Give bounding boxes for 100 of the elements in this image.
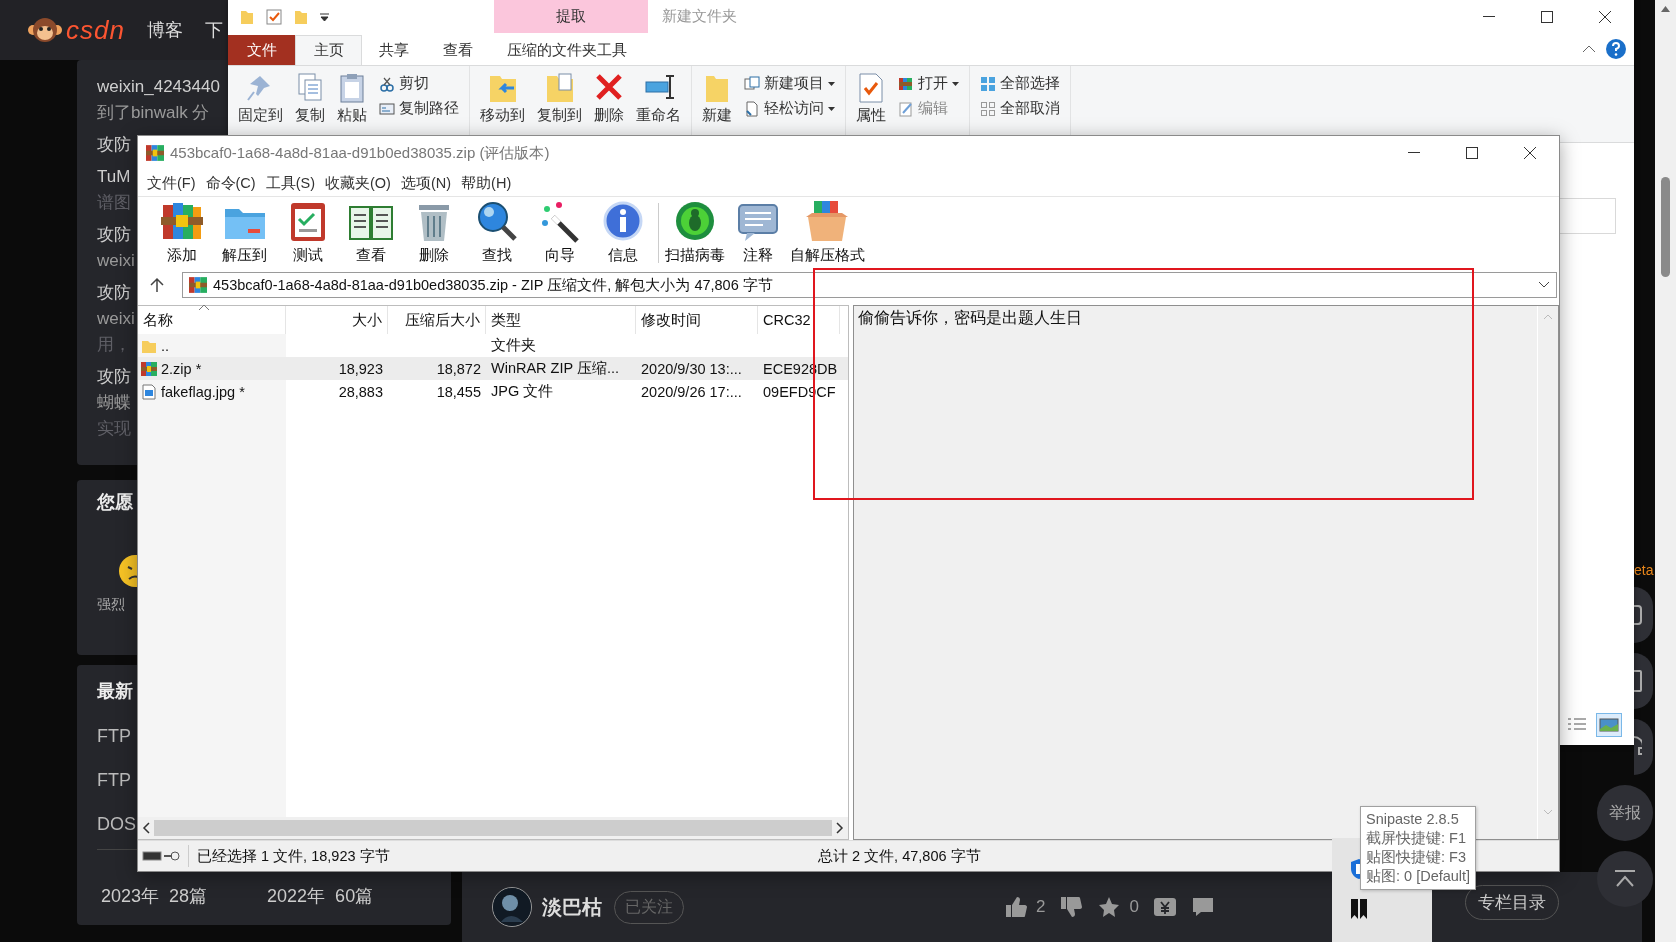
ribbon-button[interactable]: 固定到 [234, 68, 287, 125]
ribbon-button[interactable]: 剪切 [375, 72, 463, 95]
avatar[interactable] [492, 887, 532, 927]
archive-icon [146, 144, 164, 162]
up-arrow-icon [150, 277, 164, 293]
ribbon-button[interactable]: 轻松访问 [740, 97, 839, 120]
column-header[interactable]: 大小 [286, 306, 388, 334]
headset-button[interactable] [1634, 719, 1653, 775]
archive-icon [189, 276, 207, 294]
dropdown-icon[interactable] [320, 12, 329, 21]
toolbar-button[interactable]: 测试 [276, 199, 339, 269]
menu-item[interactable]: 工具(S) [260, 173, 320, 193]
chevron-down-icon[interactable] [1538, 281, 1550, 289]
properties-icon [856, 72, 886, 104]
ribbon-tab[interactable]: 主页 [295, 35, 362, 65]
scrollbar[interactable] [1655, 0, 1676, 942]
rating-label: 强烈 [97, 596, 125, 614]
menu-item[interactable]: 帮助(H) [456, 173, 517, 193]
site-logo[interactable]: csdn [66, 14, 125, 46]
menu-item[interactable]: 收藏夹(O) [320, 173, 396, 193]
tablet-button[interactable] [1634, 653, 1653, 709]
report-button[interactable]: 举报 [1597, 785, 1653, 841]
column-header[interactable]: CRC32 [758, 306, 840, 334]
ribbon-button[interactable]: 移动到 [476, 68, 529, 125]
ribbon-button[interactable]: 重命名 [632, 68, 685, 125]
ribbon-button[interactable]: 复制路径 [375, 97, 463, 120]
article-link[interactable]: DOS [97, 814, 136, 835]
article-title[interactable]: weixin_4243440 [97, 74, 220, 100]
edit-icon [898, 100, 914, 117]
toolbar-button[interactable]: 查看 [339, 199, 402, 269]
bookmark-icon[interactable] [1350, 898, 1368, 920]
properties-icon[interactable] [266, 8, 282, 25]
ribbon-button[interactable]: 全部取消 [976, 97, 1064, 120]
scissors-icon [379, 75, 395, 92]
ribbon-tab[interactable]: 查看 [426, 35, 490, 65]
column-header[interactable]: 名称 [138, 306, 286, 334]
article-title[interactable]: 攻防 [97, 132, 131, 158]
ribbon-button[interactable]: 删除 [590, 68, 628, 125]
article-title[interactable]: 攻防 [97, 364, 131, 390]
ribbon-button[interactable]: 复制 [291, 68, 329, 125]
toolbar-button[interactable]: 扫描病毒 [663, 199, 726, 269]
ribbon-button[interactable]: 新建 [698, 68, 736, 125]
nav-link[interactable]: 下 [204, 18, 223, 42]
app-button[interactable] [1634, 587, 1653, 643]
clipboard-icon [337, 72, 367, 104]
frown-emoji-icon[interactable] [118, 554, 137, 588]
toolbar-button[interactable]: 注释 [726, 199, 789, 269]
toolbar-button[interactable]: 自解压格式 [789, 199, 865, 269]
menu-item[interactable]: 选项(N) [395, 173, 457, 193]
column-header[interactable]: 压缩后大小 [388, 306, 486, 334]
horizontal-scrollbar[interactable] [138, 817, 848, 839]
scroll-right-icon[interactable] [836, 822, 844, 834]
ribbon-button[interactable]: 全部选择 [976, 72, 1064, 95]
collapse-ribbon-icon[interactable] [1582, 45, 1596, 53]
file-row[interactable]: .. 文件夹 [138, 334, 848, 357]
archive-link[interactable]: 2023年 28篇 [101, 884, 208, 908]
article-link[interactable]: FTP [97, 726, 131, 747]
archive-link[interactable]: 2022年 60篇 [267, 884, 374, 908]
preview-view-button[interactable] [1596, 713, 1622, 737]
toolbar-button[interactable]: 删除 [402, 199, 465, 269]
article-link[interactable]: FTP [97, 770, 131, 791]
ribbon-button[interactable]: 打开 [894, 72, 963, 95]
ribbon-button[interactable]: 粘贴 [333, 68, 371, 125]
toolbar-button[interactable]: 解压到 [213, 199, 276, 269]
ribbon-tab[interactable]: 文件 [228, 35, 295, 65]
author-name[interactable]: 淡巴枯 [542, 893, 602, 921]
yen-icon[interactable] [1152, 895, 1177, 919]
address-field[interactable]: 453bcaf0-1a68-4a8d-81aa-d91b0ed38035.zip - ZIP 压缩文件, 解包大小为 47,806 字节 [182, 272, 1557, 298]
name-cell: fakeflag.jpg * [138, 380, 286, 403]
menu-item[interactable]: 命令(C) [200, 173, 261, 193]
article-title[interactable]: 攻防 [97, 222, 131, 248]
monkey-logo-icon[interactable] [28, 16, 62, 44]
article-title[interactable]: TuM [97, 164, 131, 190]
help-icon[interactable] [1606, 39, 1626, 59]
star-icon[interactable] [1097, 895, 1122, 919]
menu-item[interactable]: 文件(F) [142, 173, 201, 193]
close-icon [1523, 146, 1537, 160]
nav-link[interactable]: 博客 [146, 18, 183, 42]
drive-icon [142, 849, 180, 863]
toolbar-button[interactable]: 添加 [150, 199, 213, 269]
maximize-icon [1466, 147, 1478, 159]
ribbon-button[interactable]: 属性 [852, 68, 890, 125]
article-snippet: weixi [97, 308, 135, 330]
thumbs-up-icon[interactable] [1004, 895, 1028, 919]
thumbs-down-icon[interactable] [1059, 895, 1084, 919]
column-header[interactable]: 类型 [486, 306, 636, 334]
toolbar-button[interactable]: 向导 [528, 199, 591, 269]
column-contents-button[interactable]: 专栏目录 [1465, 885, 1559, 920]
ribbon-button[interactable]: 新建项目 [740, 72, 839, 95]
article-title[interactable]: 攻防 [97, 280, 131, 306]
ribbon-tab[interactable]: 压缩的文件夹工具 [490, 35, 644, 65]
comment-icon[interactable] [1190, 895, 1215, 919]
column-header[interactable]: 修改时间 [636, 306, 758, 334]
ribbon-tab[interactable]: 共享 [362, 35, 426, 65]
scroll-left-icon[interactable] [142, 822, 150, 834]
toolbar-button[interactable]: 查找 [465, 199, 528, 269]
ribbon-button[interactable]: 复制到 [533, 68, 586, 125]
scroll-up-icon[interactable] [1661, 6, 1670, 12]
toolbar-button[interactable]: 信息 [591, 199, 654, 269]
scroll-thumb[interactable] [1661, 177, 1670, 277]
